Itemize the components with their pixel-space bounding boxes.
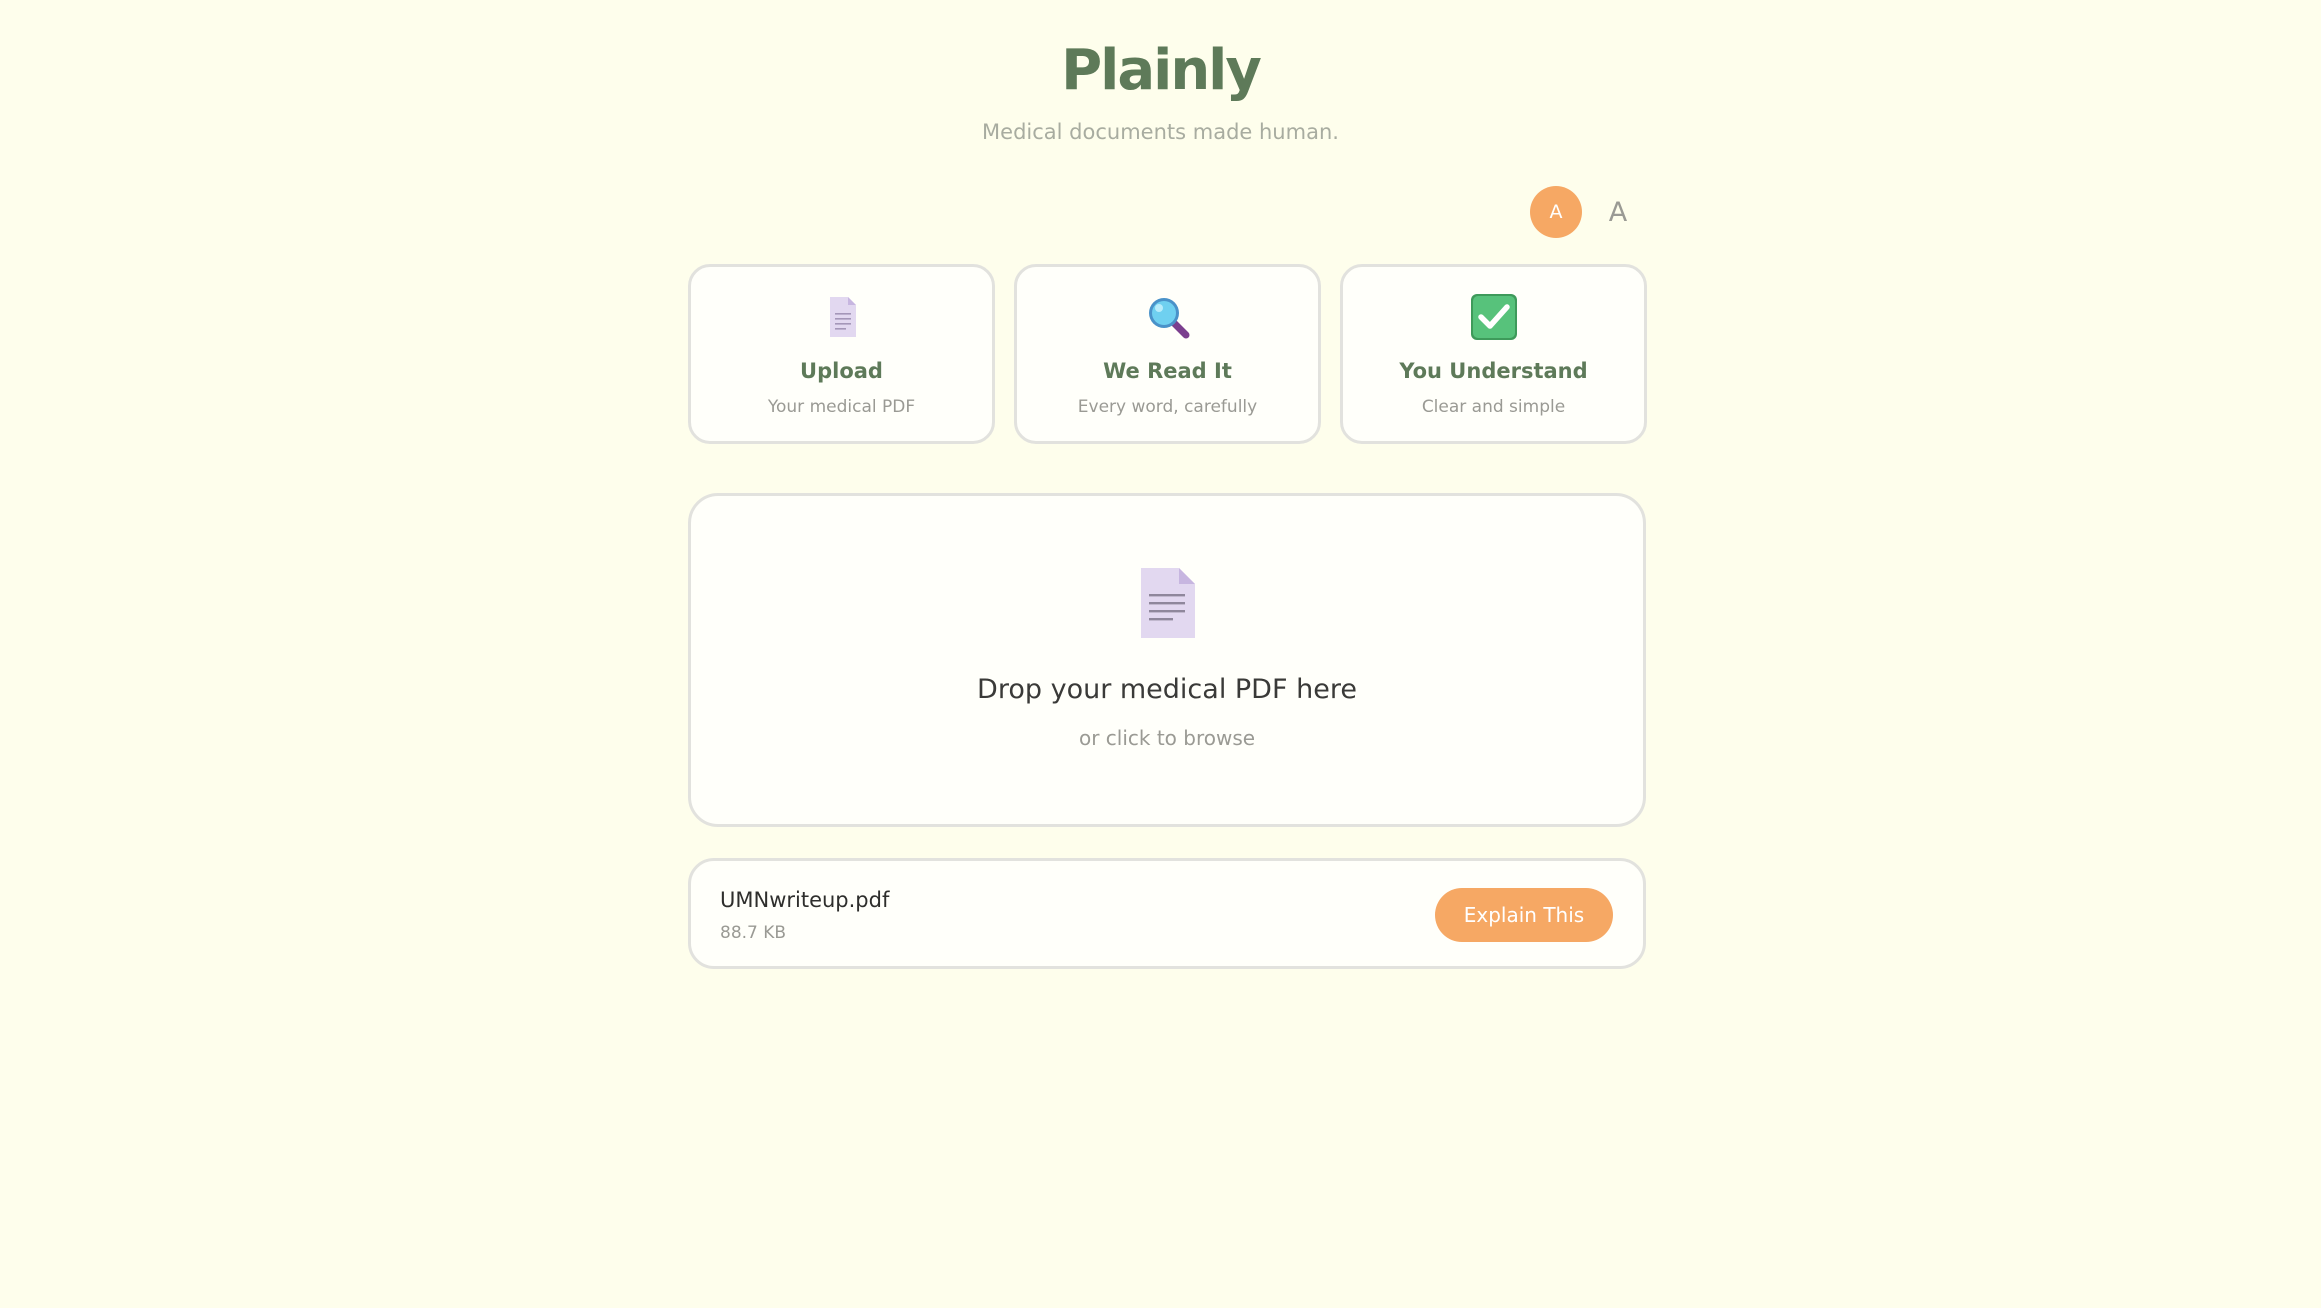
file-name: UMNwriteup.pdf xyxy=(720,888,890,912)
selected-file-card: UMNwriteup.pdf 88.7 KB Explain This xyxy=(688,858,1646,969)
font-size-small-button[interactable]: A xyxy=(1592,186,1644,238)
brand-title: Plainly xyxy=(1061,38,1262,103)
step-card-understand: You Understand Clear and simple xyxy=(1340,264,1647,444)
step-subtitle: Your medical PDF xyxy=(767,397,916,417)
step-subtitle: Clear and simple xyxy=(1421,397,1566,417)
document-icon xyxy=(829,297,856,337)
step-title: You Understand xyxy=(1399,359,1588,383)
step-card-read: We Read It Every word, carefully xyxy=(1014,264,1321,444)
checkmark-icon xyxy=(1470,294,1517,340)
step-subtitle: Every word, carefully xyxy=(1077,397,1258,417)
explain-button[interactable]: Explain This xyxy=(1435,888,1613,942)
dropzone-browse-hint: or click to browse xyxy=(1078,726,1256,750)
font-size-large-button[interactable]: A xyxy=(1530,186,1582,238)
step-title: Upload xyxy=(800,359,883,383)
brand-tagline: Medical documents made human. xyxy=(982,120,1339,144)
step-card-upload: Upload Your medical PDF xyxy=(688,264,995,444)
file-size: 88.7 KB xyxy=(720,923,787,943)
app-page: Plainly Medical documents made human. A … xyxy=(0,0,2321,1308)
dropzone-title: Drop your medical PDF here xyxy=(977,674,1357,705)
step-title: We Read It xyxy=(1103,359,1232,383)
pdf-dropzone[interactable]: Drop your medical PDF here or click to b… xyxy=(688,493,1646,827)
magnifier-icon xyxy=(1148,298,1189,339)
how-it-works-steps: Upload Your medical PDF We Read It Every… xyxy=(688,264,1647,444)
document-icon xyxy=(1141,568,1195,638)
